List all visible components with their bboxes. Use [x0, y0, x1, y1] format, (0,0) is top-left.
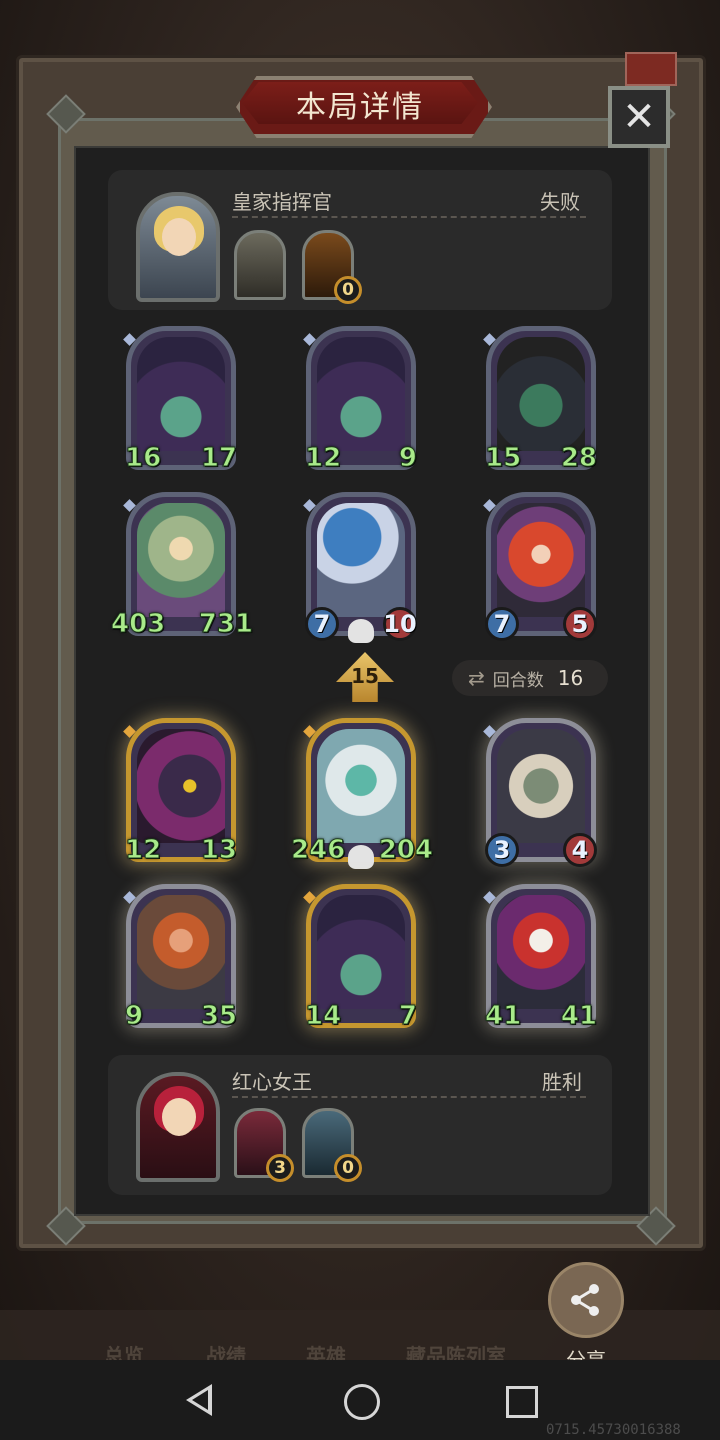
skull-icon — [348, 845, 374, 869]
skull-icon — [348, 619, 374, 643]
player-unit-card[interactable]: 34 — [483, 718, 597, 867]
unit-health: 4 — [563, 833, 597, 867]
unit-attack: 9 — [124, 1001, 144, 1032]
unit-health: 204 — [378, 835, 433, 866]
unit-health: 9 — [398, 443, 417, 474]
item-count-badge: 0 — [334, 1154, 362, 1182]
unit-portrait — [137, 337, 225, 451]
unit-attack: 403 — [110, 609, 166, 640]
item-count-badge: 0 — [334, 276, 362, 304]
player-unit-card[interactable]: 12 13 — [123, 718, 238, 866]
rounds-icon: ⇄ — [468, 666, 485, 690]
unit-portrait — [317, 895, 405, 1009]
unit-portrait — [137, 729, 225, 843]
opponent-name: 皇家指挥官 — [232, 190, 332, 214]
unit-attack: 7 — [305, 607, 339, 641]
unit-portrait — [137, 895, 225, 1009]
rank-change: 15 — [351, 664, 379, 688]
opponent-unit-card[interactable]: 403 731 — [110, 492, 254, 640]
unit-attack: 16 — [124, 443, 162, 474]
unit-portrait — [137, 503, 225, 617]
unit-attack: 41 — [484, 1001, 522, 1032]
unit-attack: 12 — [124, 835, 162, 866]
player-unit-card[interactable]: 14 7 — [303, 884, 418, 1032]
unit-portrait — [317, 337, 405, 451]
opponent-unit-card[interactable]: 12 9 — [303, 326, 418, 474]
page-title: 本局详情 — [296, 90, 424, 125]
unit-health: 41 — [560, 1001, 597, 1032]
opponent-unit-card[interactable]: 7 10 — [303, 492, 417, 643]
unit-health: 13 — [200, 835, 237, 866]
unit-health: 17 — [200, 443, 237, 474]
unit-attack: 3 — [485, 833, 519, 867]
unit-health: 731 — [198, 609, 253, 640]
close-button[interactable]: ✕ — [608, 86, 670, 148]
opponent-unit-card[interactable]: 15 28 — [483, 326, 598, 474]
build-id: 0715.45730016388 — [546, 1422, 681, 1438]
unit-portrait — [317, 503, 405, 617]
unit-attack: 246 — [290, 835, 346, 866]
rounds-pill: ⇄ 回合数 16 — [452, 660, 608, 696]
home-icon[interactable] — [344, 1384, 380, 1420]
divider — [232, 1096, 586, 1098]
unit-health: 35 — [200, 1001, 237, 1032]
opponent-unit-card[interactable]: 75 — [483, 492, 597, 641]
player-unit-card[interactable]: 246 204 — [290, 718, 434, 869]
unit-health: 5 — [563, 607, 597, 641]
unit-portrait — [497, 503, 585, 617]
unit-attack: 14 — [304, 1001, 342, 1032]
player-unit-card[interactable]: 9 35 — [123, 884, 238, 1032]
back-icon-inner — [192, 1390, 208, 1410]
rounds-label: 回合数 — [492, 670, 544, 691]
share-button[interactable] — [548, 1262, 624, 1338]
recent-apps-icon[interactable] — [506, 1386, 538, 1418]
player-result: 胜利 — [542, 1070, 582, 1094]
player-avatar[interactable] — [136, 1072, 220, 1182]
opponent-result: 失败 — [540, 190, 580, 214]
unit-attack: 12 — [304, 443, 342, 474]
player-name: 红心女王 — [232, 1070, 312, 1094]
unit-portrait — [497, 895, 585, 1009]
opponent-unit-card[interactable]: 16 17 — [123, 326, 238, 474]
unit-portrait — [497, 729, 585, 843]
divider — [232, 216, 586, 218]
unit-portrait — [317, 729, 405, 843]
player-unit-card[interactable]: 41 41 — [483, 884, 598, 1032]
opponent-avatar[interactable] — [136, 192, 220, 302]
share-icon — [571, 1284, 599, 1316]
rounds-value: 16 — [557, 666, 584, 690]
unit-attack: 7 — [485, 607, 519, 641]
item-count-badge: 3 — [266, 1154, 294, 1182]
flag-icon — [625, 52, 677, 86]
unit-attack: 15 — [484, 443, 522, 474]
unit-health: 10 — [383, 607, 417, 641]
opponent-item-card[interactable] — [234, 230, 286, 300]
unit-portrait — [497, 337, 585, 451]
unit-health: 7 — [398, 1001, 417, 1032]
unit-health: 28 — [560, 443, 597, 474]
